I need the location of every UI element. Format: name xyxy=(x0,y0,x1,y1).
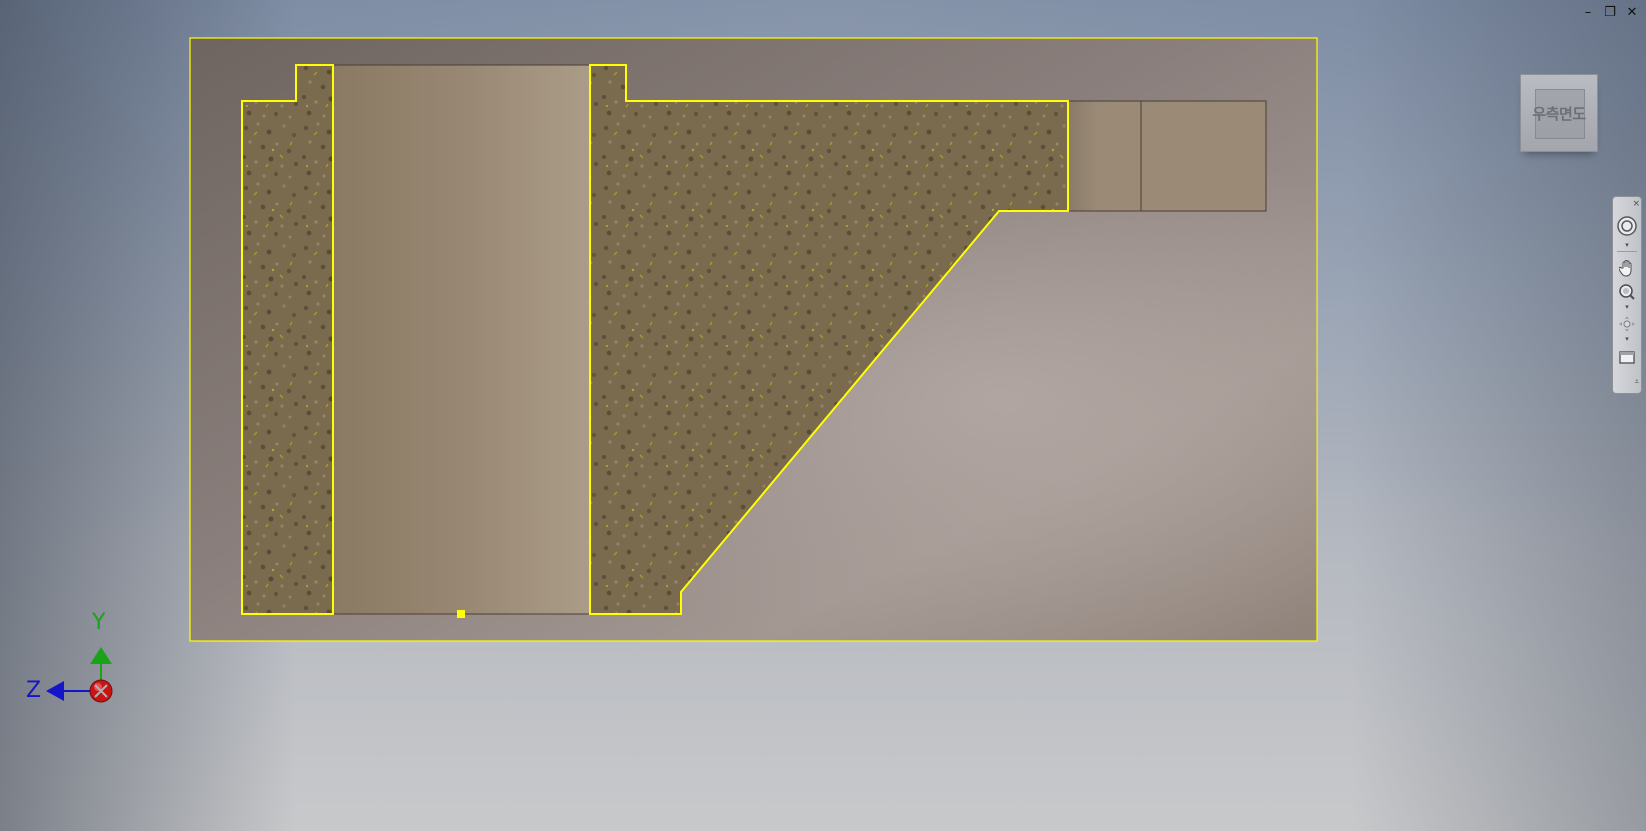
orbit-dropdown-icon[interactable]: ▾ xyxy=(1613,335,1641,343)
viewcube[interactable]: 우측면도 xyxy=(1520,74,1598,152)
shaft-section-1[interactable] xyxy=(1067,100,1142,212)
model-view[interactable] xyxy=(0,0,1646,831)
graphics-viewport[interactable]: – ❐ ✕ 우측면도 × ▾ ▾ ▾ ⩡ Y Z xyxy=(0,0,1646,831)
navbar-customize-icon[interactable]: ⩡ xyxy=(1623,377,1639,387)
z-axis-label: Z xyxy=(26,678,42,703)
bore-face[interactable] xyxy=(332,64,591,615)
view-face-icon[interactable] xyxy=(1613,345,1641,369)
section-profile-left[interactable] xyxy=(241,64,334,615)
zoom-dropdown-icon[interactable]: ▾ xyxy=(1613,303,1641,311)
selection-grip[interactable] xyxy=(457,610,465,618)
viewcube-label: 우측면도 xyxy=(1532,104,1586,123)
navigation-bar: × ▾ ▾ ▾ ⩡ xyxy=(1612,196,1642,394)
orbit-icon[interactable] xyxy=(1613,313,1641,335)
y-axis-label: Y xyxy=(92,610,106,635)
navbar-close-icon[interactable]: × xyxy=(1622,199,1640,209)
coordinate-triad: Y Z xyxy=(20,610,130,740)
pan-icon[interactable] xyxy=(1613,257,1641,279)
shaft-section-2[interactable] xyxy=(1140,100,1267,212)
steering-wheel-icon[interactable] xyxy=(1613,211,1641,241)
steering-wheel-dropdown-icon[interactable]: ▾ xyxy=(1613,241,1641,249)
zoom-icon[interactable] xyxy=(1613,281,1641,303)
